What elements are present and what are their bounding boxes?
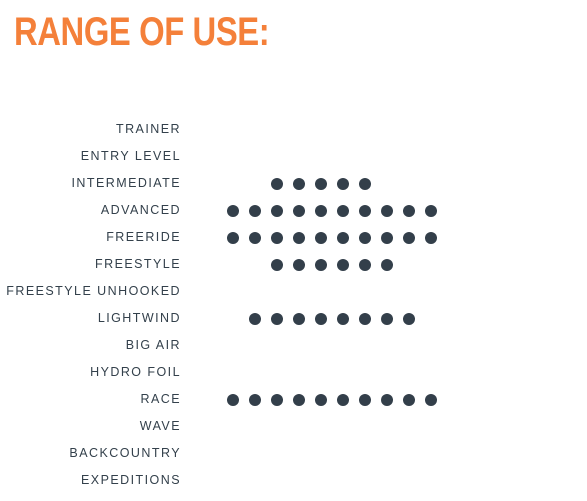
rating-dot-filled — [403, 312, 415, 325]
rating-dot-filled — [293, 312, 305, 325]
rating-dot-filled — [293, 177, 305, 190]
rating-dot-filled — [337, 312, 349, 325]
range-row: HYDRO FOIL — [0, 359, 587, 386]
rating-dot-filled — [381, 312, 393, 325]
range-row-label: HYDRO FOIL — [90, 365, 181, 379]
rating-dot-filled — [359, 204, 371, 217]
rating-dot-empty — [249, 259, 261, 271]
range-row-label: RACE — [140, 392, 181, 406]
rating-dot-filled — [403, 231, 415, 244]
rating-dot-filled — [227, 231, 239, 244]
range-row-dots — [227, 251, 393, 278]
rating-dot-filled — [227, 393, 239, 406]
rating-dot-filled — [337, 231, 349, 244]
rating-dot-filled — [337, 177, 349, 190]
range-row: FREESTYLE — [0, 251, 587, 278]
rating-dot-filled — [359, 231, 371, 244]
rating-dot-empty — [227, 313, 239, 325]
range-row: ADVANCED — [0, 197, 587, 224]
range-row-dots — [227, 386, 437, 413]
rating-dot-empty — [249, 178, 261, 190]
rating-dot-filled — [381, 204, 393, 217]
rating-dot-filled — [249, 393, 261, 406]
range-row-dots — [227, 224, 437, 251]
range-of-use-panel: RANGE OF USE: TRAINER ENTRY LEVEL INTERMED… — [0, 0, 587, 501]
rating-dot-filled — [337, 258, 349, 271]
range-of-use-matrix: TRAINER ENTRY LEVEL INTERMEDIATE ADVANCED FR… — [0, 116, 587, 494]
rating-dot-filled — [293, 393, 305, 406]
rating-dot-filled — [315, 312, 327, 325]
rating-dot-filled — [425, 231, 437, 244]
rating-dot-filled — [271, 231, 283, 244]
range-row-label: ENTRY LEVEL — [80, 149, 181, 163]
rating-dot-filled — [315, 177, 327, 190]
rating-dot-filled — [337, 393, 349, 406]
rating-dot-filled — [359, 177, 371, 190]
range-row-label: FREERIDE — [106, 230, 181, 244]
rating-dot-filled — [315, 258, 327, 271]
range-row-label: ADVANCED — [100, 203, 181, 217]
rating-dot-filled — [359, 258, 371, 271]
range-row: LIGHTWIND — [0, 305, 587, 332]
rating-dot-filled — [249, 204, 261, 217]
rating-dot-empty — [227, 178, 239, 190]
range-row: WAVE — [0, 413, 587, 440]
rating-dot-filled — [381, 258, 393, 271]
range-row: FREERIDE — [0, 224, 587, 251]
rating-dot-filled — [359, 312, 371, 325]
rating-dot-empty — [227, 259, 239, 271]
range-row: FREESTYLE UNHOOKED — [0, 278, 587, 305]
rating-dot-filled — [403, 204, 415, 217]
range-row: EXPEDITIONS — [0, 467, 587, 494]
range-row-label: WAVE — [139, 419, 181, 433]
range-row-label: TRAINER — [115, 122, 181, 136]
range-row: RACE — [0, 386, 587, 413]
rating-dot-filled — [293, 204, 305, 217]
rating-dot-filled — [271, 258, 283, 271]
range-row-label: FREESTYLE — [95, 257, 181, 271]
range-row: ENTRY LEVEL — [0, 143, 587, 170]
rating-dot-filled — [381, 231, 393, 244]
rating-dot-filled — [293, 258, 305, 271]
range-row-dots — [227, 305, 415, 332]
range-row-label: FREESTYLE UNHOOKED — [6, 284, 181, 298]
rating-dot-filled — [337, 204, 349, 217]
rating-dot-filled — [425, 204, 437, 217]
range-row-label: BACKCOUNTRY — [69, 446, 181, 460]
rating-dot-filled — [249, 312, 261, 325]
rating-dot-filled — [381, 393, 393, 406]
range-row: TRAINER — [0, 116, 587, 143]
rating-dot-filled — [315, 231, 327, 244]
rating-dot-filled — [315, 204, 327, 217]
range-row-dots — [227, 170, 371, 197]
rating-dot-filled — [271, 204, 283, 217]
rating-dot-filled — [271, 312, 283, 325]
rating-dot-filled — [227, 204, 239, 217]
rating-dot-filled — [315, 393, 327, 406]
rating-dot-filled — [403, 393, 415, 406]
range-row: BIG AIR — [0, 332, 587, 359]
range-row-label: LIGHTWIND — [97, 311, 181, 325]
rating-dot-filled — [293, 231, 305, 244]
range-row: BACKCOUNTRY — [0, 440, 587, 467]
rating-dot-filled — [359, 393, 371, 406]
range-row-label: EXPEDITIONS — [81, 473, 181, 487]
rating-dot-filled — [271, 177, 283, 190]
rating-dot-filled — [249, 231, 261, 244]
range-row-label: BIG AIR — [125, 338, 181, 352]
rating-dot-filled — [271, 393, 283, 406]
rating-dot-filled — [425, 393, 437, 406]
range-row: INTERMEDIATE — [0, 170, 587, 197]
range-row-dots — [227, 197, 437, 224]
page-title: RANGE OF USE: — [14, 10, 270, 54]
range-row-label: INTERMEDIATE — [71, 176, 181, 190]
